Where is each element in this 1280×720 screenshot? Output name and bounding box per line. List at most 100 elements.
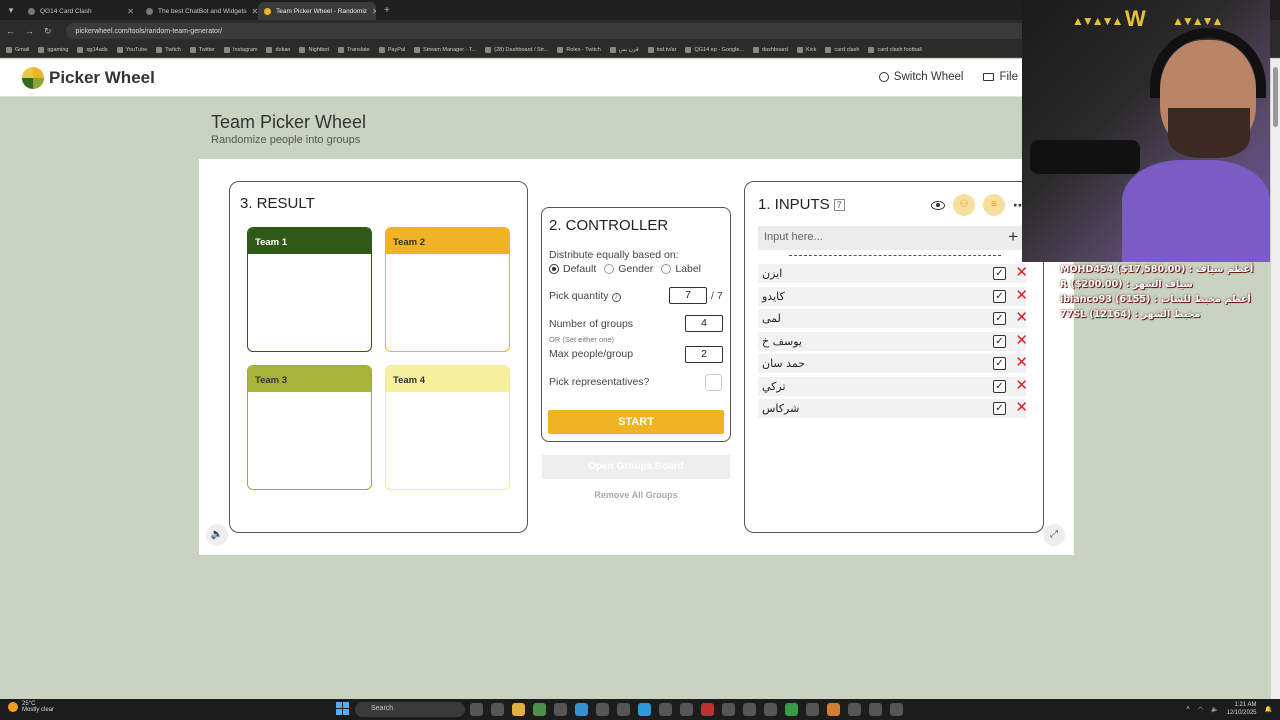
pick-quantity-input[interactable]: 7 [669, 287, 707, 304]
windows-start-icon[interactable] [336, 702, 349, 715]
entry-input[interactable]: Input here... + [758, 226, 1026, 250]
eye-icon[interactable] [931, 200, 945, 210]
entry-row[interactable]: لمى ✓ ✕ [758, 309, 1028, 328]
app-icon[interactable] [764, 703, 777, 716]
bookmark-item[interactable]: Kick [796, 46, 816, 53]
bookmark-item[interactable]: Twitch [156, 46, 181, 53]
reload-icon[interactable]: ↻ [44, 26, 52, 37]
entry-checkbox[interactable]: ✓ [993, 379, 1006, 393]
bookmark-item[interactable]: Instagram [224, 46, 257, 53]
entry-checkbox[interactable]: ✓ [993, 357, 1006, 370]
delete-icon[interactable]: ✕ [1015, 354, 1028, 371]
radio-label-option[interactable]: Label [661, 263, 701, 275]
switch-wheel-button[interactable]: Switch Wheel [878, 71, 963, 83]
entry-name[interactable]: لمى [762, 312, 781, 325]
radio-gender[interactable]: Gender [604, 263, 653, 275]
browser-tab-1[interactable]: QG14 Card Clash ✕ [22, 2, 140, 20]
clock[interactable]: 1:21 AM 12/10/2025 [1226, 701, 1256, 717]
file-explorer-icon[interactable] [512, 703, 525, 716]
groups-input[interactable]: 4 [685, 315, 723, 332]
entry-checkbox[interactable]: ✓ [993, 267, 1006, 280]
app-icon[interactable] [869, 703, 882, 716]
bookmark-item[interactable]: qgaming [38, 46, 68, 53]
entry-name[interactable]: شركاس [762, 402, 799, 415]
app-icon[interactable] [491, 703, 504, 716]
list-icon[interactable]: ≡ [983, 194, 1005, 216]
entry-row[interactable]: ايزن ✓ ✕ [758, 264, 1028, 283]
bookmark-item[interactable]: PayPal [378, 46, 405, 53]
app-icon[interactable] [827, 703, 840, 716]
open-groups-board-button[interactable]: Open Groups Board [542, 455, 730, 479]
chevron-up-icon[interactable]: ˄ [1186, 706, 1190, 712]
max-people-input[interactable]: 2 [685, 346, 723, 363]
back-icon[interactable]: ← [6, 26, 15, 36]
start-button[interactable]: START [548, 410, 724, 434]
entry-checkbox[interactable]: ✓ [993, 289, 1006, 303]
bookmark-item[interactable]: Twitter [189, 46, 215, 53]
entry-name[interactable]: يوسف خ [762, 335, 802, 348]
entry-name[interactable]: حمد سان [762, 357, 805, 370]
bookmark-item[interactable]: Nightbot [299, 46, 329, 53]
weather-widget[interactable]: 25°C Mostly clear [8, 701, 54, 713]
entry-row[interactable]: تركي ✓ ✕ [758, 376, 1028, 396]
representatives-checkbox[interactable] [705, 374, 722, 391]
volume-icon[interactable]: 🔈 [1211, 706, 1218, 713]
entry-name[interactable]: كايدو [762, 290, 785, 303]
app-icon[interactable] [722, 703, 735, 716]
entry-row[interactable]: كايدو ✓ ✕ [758, 286, 1028, 306]
bookmark-item[interactable]: qg14ads [77, 46, 108, 53]
bookmark-item[interactable]: قرن بس [609, 46, 639, 53]
app-icon[interactable] [659, 703, 672, 716]
bookmark-item[interactable]: dokan [266, 46, 290, 53]
steam-icon[interactable] [680, 703, 693, 716]
bookmark-item[interactable]: Gmail [6, 46, 29, 53]
bookmark-item[interactable]: card clash football [868, 46, 922, 53]
file-button[interactable]: File [983, 71, 1018, 83]
app-icon[interactable] [596, 703, 609, 716]
app-icon[interactable] [575, 703, 588, 716]
delete-icon[interactable]: ✕ [1015, 399, 1028, 416]
site-logo[interactable]: Picker Wheel [22, 67, 155, 89]
app-icon[interactable] [617, 703, 630, 716]
url-field[interactable]: pickerwheel.com/tools/random-team-genera… [65, 23, 1046, 39]
taskbar-search[interactable]: Search [355, 702, 465, 717]
bookmark-item[interactable]: Translate [337, 46, 370, 53]
bookmark-item[interactable]: tod.tv/ar [647, 46, 676, 53]
wifi-icon[interactable]: ◠ [1198, 706, 1203, 713]
fullscreen-icon[interactable]: ⤢ [1043, 524, 1065, 546]
tab-close-icon[interactable]: ✕ [372, 7, 376, 16]
bookmark-item[interactable]: dashboard [752, 46, 788, 53]
bookmark-item[interactable]: (28) Dashboard / Str... [485, 46, 548, 53]
sound-icon[interactable]: 🔈 [206, 524, 228, 546]
remove-all-groups-button[interactable]: Remove All Groups [542, 490, 730, 500]
entry-row[interactable]: حمد سان ✓ ✕ [758, 354, 1028, 373]
add-icon[interactable]: + [1008, 227, 1018, 247]
browser-tab-3[interactable]: Team Picker Wheel - Randomiz ✕ [258, 2, 376, 20]
app-icon[interactable] [743, 703, 756, 716]
delete-icon[interactable]: ✕ [1015, 287, 1028, 304]
telegram-icon[interactable] [638, 703, 651, 716]
new-tab-icon[interactable]: + [384, 5, 390, 16]
app-icon[interactable] [554, 703, 567, 716]
delete-icon[interactable]: ✕ [1015, 377, 1028, 394]
entry-row[interactable]: شركاس ✓ ✕ [758, 399, 1028, 418]
entry-name[interactable]: تركي [762, 380, 786, 393]
group-people-icon[interactable]: ⚇ [953, 194, 975, 216]
chrome-icon[interactable] [533, 703, 546, 716]
bookmark-item[interactable]: card clash [825, 46, 859, 53]
entry-checkbox[interactable]: ✓ [993, 312, 1006, 325]
entry-row[interactable]: يوسف خ ✓ ✕ [758, 331, 1028, 351]
app-icon[interactable] [785, 703, 798, 716]
page-scrollbar[interactable] [1271, 59, 1280, 699]
entry-checkbox[interactable]: ✓ [993, 334, 1006, 348]
delete-icon[interactable]: ✕ [1015, 264, 1028, 281]
bookmark-item[interactable]: Stream Manager - T... [414, 46, 476, 53]
scrollbar-thumb[interactable] [1273, 67, 1278, 127]
app-icon[interactable] [890, 703, 903, 716]
task-view-icon[interactable] [470, 703, 483, 716]
tab-search-icon[interactable]: ▾ [0, 5, 22, 16]
bookmark-item[interactable]: QG14 ep - Google... [685, 46, 744, 53]
entry-name[interactable]: ايزن [762, 267, 782, 280]
info-icon[interactable]: i [611, 293, 621, 302]
forward-icon[interactable]: → [25, 26, 34, 36]
